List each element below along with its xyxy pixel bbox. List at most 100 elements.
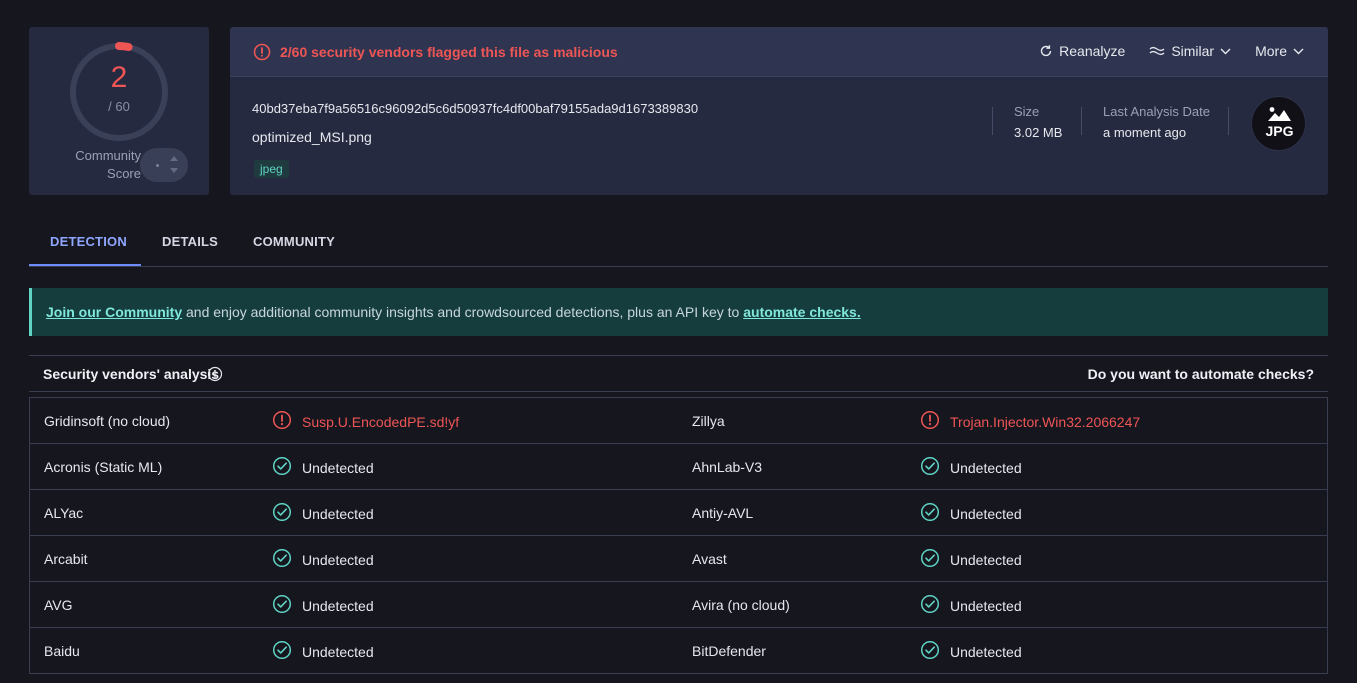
status-icon [920, 502, 940, 525]
detection-result[interactable]: Trojan.Injector.Win32.2066247 [950, 414, 1140, 430]
community-score-label: Community Score [75, 148, 141, 181]
file-size: Size 3.02 MB [1014, 104, 1063, 140]
check-circle-icon [272, 594, 292, 614]
detection-result: Undetected [950, 643, 1022, 660]
vendor-total: / 60 [108, 99, 130, 114]
vendor-result: Undetected [920, 640, 1022, 663]
vendor-name: Gridinsoft (no cloud) [44, 413, 171, 429]
vendor-name: AhnLab-V3 [692, 459, 763, 475]
file-info-card: 2/60 security vendors flagged this file … [230, 27, 1328, 195]
status-icon [272, 456, 292, 479]
detection-result: Undetected [950, 551, 1022, 568]
alert-bar: 2/60 security vendors flagged this file … [230, 27, 1328, 77]
last-analysis-date: Last Analysis Date a moment ago [1103, 104, 1210, 140]
vendor-name: Zillya [692, 413, 725, 429]
upvote-icon[interactable] [170, 156, 178, 161]
more-dropdown[interactable]: More [1255, 43, 1304, 59]
check-circle-icon [272, 640, 292, 660]
automate-checks-link[interactable]: automate checks. [743, 304, 861, 320]
vendor-result: Undetected [272, 594, 374, 617]
vendor-name: AVG [44, 597, 73, 613]
detection-result: Undetected [950, 597, 1022, 614]
detection-result: Undetected [302, 505, 374, 522]
vendor-result: Trojan.Injector.Win32.2066247 [920, 410, 1140, 433]
file-type-label: JPG [1265, 123, 1294, 139]
vendors-section-header: Security vendors' analysis Do you want t… [29, 355, 1328, 392]
table-row: Baidu Undetected BitDefender Undetected [30, 628, 1327, 674]
banner-text: and enjoy additional community insights … [182, 304, 744, 320]
vendor-name: Acronis (Static ML) [44, 459, 163, 475]
neutral-dot-icon [156, 164, 159, 167]
table-row: AVG Undetected Avira (no cloud) Undetect… [30, 582, 1327, 628]
similar-label: Similar [1171, 43, 1215, 59]
vendor-name: Baidu [44, 643, 80, 659]
vendor-result: Undetected [272, 640, 374, 663]
vendor-result: Undetected [920, 502, 1022, 525]
status-icon [920, 456, 940, 479]
check-circle-icon [272, 502, 292, 522]
chevron-down-icon [1220, 48, 1231, 54]
similar-dropdown[interactable]: Similar [1149, 43, 1231, 59]
detection-score-card: 2 / 60 Community Score [29, 27, 209, 195]
status-icon [272, 410, 292, 433]
detection-result: Undetected [302, 597, 374, 614]
community-vote-toggle[interactable] [140, 148, 188, 182]
status-icon [920, 548, 940, 571]
tab-community[interactable]: COMMUNITY [253, 234, 335, 249]
similar-icon [1149, 46, 1165, 56]
vendor-name: ALYac [44, 505, 84, 521]
vendor-result: Undetected [920, 594, 1022, 617]
vendor-result: Undetected [272, 502, 374, 525]
status-icon [272, 594, 292, 617]
file-type-tag[interactable]: jpeg [254, 160, 289, 178]
file-hash[interactable]: 40bd37eba7f9a56516c96092d5c6d50937fc4df0… [252, 101, 698, 116]
vendor-result: Undetected [272, 548, 374, 571]
automate-checks-prompt[interactable]: Do you want to automate checks? [1088, 366, 1314, 382]
alert-circle-icon [272, 410, 292, 430]
alert-circle-icon [920, 410, 940, 430]
check-circle-icon [920, 548, 940, 568]
section-title: Security vendors' analysis [43, 366, 220, 382]
vendor-results-table: Gridinsoft (no cloud) Susp.U.EncodedPE.s… [29, 397, 1328, 674]
status-icon [920, 410, 940, 433]
info-icon[interactable] [207, 366, 223, 382]
active-tab-indicator [29, 264, 141, 266]
downvote-icon[interactable] [170, 168, 178, 173]
detection-result: Undetected [950, 505, 1022, 522]
vendor-name: Avira (no cloud) [692, 597, 790, 613]
meta-divider [1081, 107, 1082, 135]
tab-details[interactable]: DETAILS [162, 234, 218, 249]
check-circle-icon [920, 640, 940, 660]
alert-circle-icon [253, 43, 271, 61]
malicious-alert-text: 2/60 security vendors flagged this file … [280, 44, 618, 60]
chevron-down-icon [1293, 48, 1304, 54]
vendor-result: Undetected [272, 456, 374, 479]
join-community-link[interactable]: Join our Community [46, 304, 182, 320]
tab-detection[interactable]: DETECTION [50, 234, 127, 249]
file-type-icon: JPG [1251, 96, 1306, 151]
vendor-result: Undetected [920, 548, 1022, 571]
check-circle-icon [272, 456, 292, 476]
community-banner: Join our Community and enjoy additional … [29, 288, 1328, 336]
meta-divider [992, 107, 993, 135]
detection-count: 2 [110, 61, 128, 94]
more-label: More [1255, 43, 1287, 59]
table-row: Gridinsoft (no cloud) Susp.U.EncodedPE.s… [30, 398, 1327, 444]
vendor-name: Avast [692, 551, 727, 567]
detection-result: Undetected [302, 459, 374, 476]
detection-result[interactable]: Susp.U.EncodedPE.sd!yf [302, 414, 459, 430]
vendor-result: Susp.U.EncodedPE.sd!yf [272, 410, 459, 433]
detection-result: Undetected [302, 551, 374, 568]
reanalyze-button[interactable]: Reanalyze [1039, 43, 1125, 59]
check-circle-icon [920, 502, 940, 522]
reanalyze-label: Reanalyze [1059, 43, 1126, 59]
status-icon [272, 548, 292, 571]
file-actions: Reanalyze Similar More [1039, 43, 1304, 59]
detection-result: Undetected [302, 643, 374, 660]
status-icon [920, 640, 940, 663]
table-row: Acronis (Static ML) Undetected AhnLab-V3… [30, 444, 1327, 490]
status-icon [272, 640, 292, 663]
check-circle-icon [272, 548, 292, 568]
tab-bar: DETECTION DETAILS COMMUNITY [29, 222, 1328, 267]
vendor-name: BitDefender [692, 643, 766, 659]
